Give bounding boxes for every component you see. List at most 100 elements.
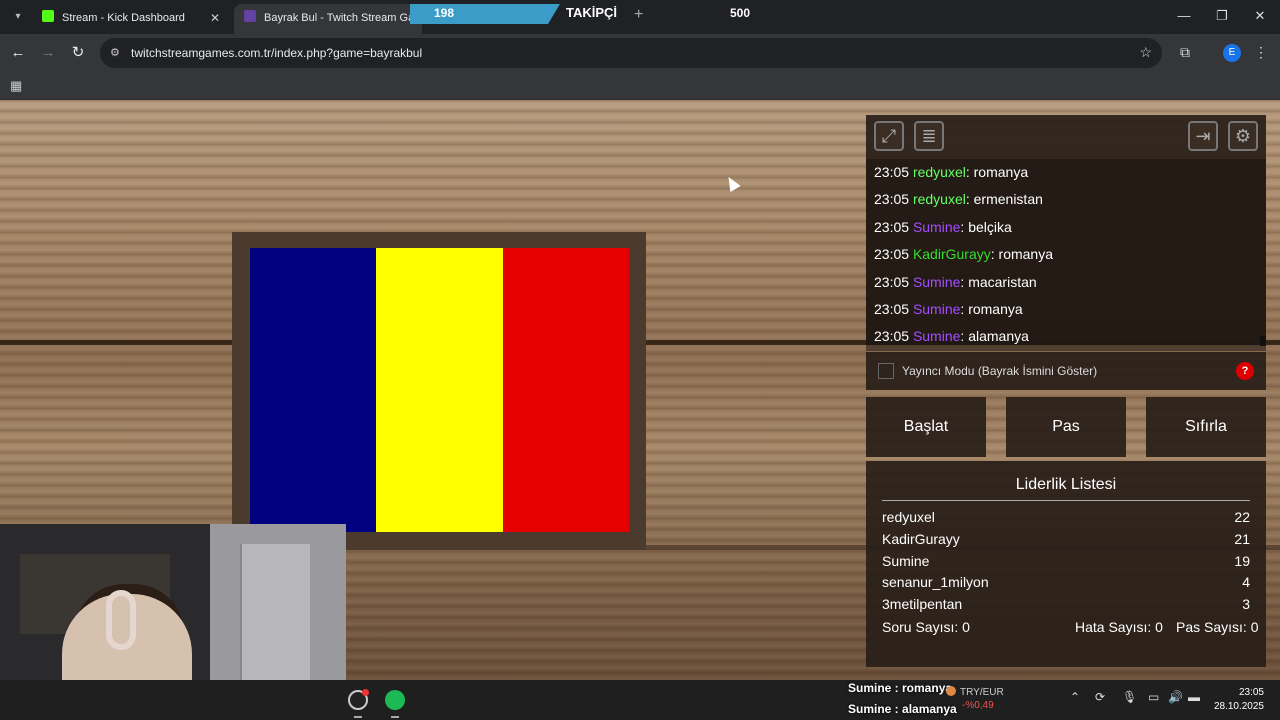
leaderboard-score: 4 — [1242, 574, 1250, 591]
chat-username[interactable]: Sumine — [913, 328, 960, 344]
leaderboard-row: KadirGurayy 21 — [882, 531, 1250, 547]
chat-message: 23:05 Sumine: romanya — [874, 300, 1023, 317]
chat-username[interactable]: Sumine — [913, 219, 960, 235]
flag-stripe — [376, 248, 503, 532]
chat-text: belçika — [968, 218, 1012, 235]
minimize-icon[interactable]: — — [1174, 8, 1194, 23]
question-count: Soru Sayısı: 0 — [882, 619, 970, 635]
chat-message: 23:05 Sumine: alamanya — [874, 328, 1029, 345]
bookmark-star-icon[interactable]: ☆ — [1139, 44, 1152, 61]
url-text[interactable]: twitchstreamgames.com.tr/index.php?game=… — [131, 38, 422, 68]
leaderboard-title: Liderlik Listesi — [882, 476, 1250, 501]
microphone-icon[interactable]: 🎙 — [1122, 690, 1137, 704]
flag-stripe — [502, 248, 629, 532]
reload-icon[interactable]: ↻ — [68, 43, 88, 63]
spotify-app-icon[interactable] — [385, 690, 405, 710]
close-window-icon[interactable]: ✕ — [1250, 8, 1270, 24]
sync-icon[interactable]: ⟳ — [1095, 690, 1105, 704]
tab-kick-dashboard[interactable]: Stream - Kick Dashboard ✕ — [32, 4, 228, 34]
chat-username[interactable]: redyuxel — [913, 191, 966, 207]
clock-time: 23:05 — [1238, 687, 1264, 698]
taskbar — [0, 680, 1280, 720]
log-icon[interactable]: ≣ — [914, 121, 944, 151]
chat-scrollbar[interactable] — [1260, 336, 1266, 346]
reset-button[interactable]: Sıfırla — [1146, 397, 1266, 457]
chat-username[interactable]: Sumine — [913, 274, 960, 290]
streamer-mode-row: Yayıncı Modu (Bayrak İsmini Göster) ? — [866, 352, 1266, 390]
currency-change: -%0,49 — [962, 700, 994, 711]
app-running-indicator — [391, 716, 399, 718]
tab-bayrak-bul[interactable]: Bayrak Bul - Twitch Stream Gam — [234, 4, 422, 34]
chat-username[interactable]: KadirGurayy — [913, 246, 991, 262]
help-icon[interactable]: ? — [1236, 362, 1254, 380]
tray-overflow-icon[interactable]: ⌃ — [1070, 690, 1080, 704]
chat-list: 23:05 redyuxel: romanya 23:05 redyuxel: e… — [866, 159, 1266, 351]
pass-button[interactable]: Pas — [1006, 397, 1126, 457]
mouse-cursor — [723, 173, 741, 193]
address-bar[interactable]: ⚙ twitchstreamgames.com.tr/index.php?gam… — [100, 38, 1162, 68]
close-tab-icon[interactable]: ✕ — [210, 4, 220, 32]
flag-stripe — [250, 248, 377, 532]
chat-time: 23:05 — [874, 300, 910, 317]
leaderboard-row: 3metilpentan 3 — [882, 596, 1250, 612]
new-tab-icon[interactable]: + — [634, 6, 643, 24]
follower-goal: 500 — [730, 6, 751, 20]
kick-favicon-icon — [42, 10, 54, 22]
extensions-icon[interactable]: ⧉ — [1180, 44, 1190, 61]
leaderboard-score: 19 — [1234, 552, 1250, 569]
chat-message: 23:05 redyuxel: ermenistan — [874, 191, 1043, 208]
twitch-favicon-icon — [244, 10, 256, 22]
chat-overlay-message: romanya — [902, 681, 953, 695]
menu-icon[interactable]: ⋮ — [1254, 44, 1268, 61]
obs-app-icon[interactable] — [348, 689, 369, 710]
recording-dot-icon — [362, 689, 369, 696]
chat-text: romanya — [998, 246, 1053, 263]
chat-text: romanya — [973, 164, 1029, 180]
chat-panel: ⤢ ≣ ⇥ ⚙ 23:05 redyuxel: romanya 23:05 red… — [866, 115, 1266, 351]
chat-message: 23:05 Sumine: macaristan — [874, 273, 1037, 290]
error-count: Hata Sayısı: 0 — [1075, 619, 1163, 635]
chat-username[interactable]: redyuxel — [913, 164, 966, 180]
leaderboard-name: Sumine — [882, 552, 930, 569]
forward-icon[interactable]: → — [38, 43, 58, 63]
chat-text: ermenistan — [973, 191, 1043, 208]
profile-avatar[interactable]: E — [1223, 44, 1241, 62]
streamer-mode-checkbox[interactable] — [878, 363, 894, 379]
system-clock[interactable]: 23:05 28.10.2025 — [1212, 686, 1264, 714]
leaderboard: Liderlik Listesi redyuxel 22 KadirGurayy 21… — [866, 461, 1266, 667]
fullscreen-icon[interactable]: ⤢ — [874, 121, 904, 151]
chat-message: 23:05 KadirGurayy: romanya — [874, 246, 1053, 263]
back-icon[interactable]: ← — [8, 43, 28, 63]
currency-widget[interactable]: TRY/EUR -%0,49 — [946, 686, 1004, 711]
leaderboard-row: senanur_1milyon 4 — [882, 574, 1250, 590]
chat-message: 23:05 redyuxel: romanya — [874, 164, 1029, 180]
start-button[interactable]: Başlat — [866, 397, 986, 457]
chat-username[interactable]: Sumine — [913, 301, 960, 317]
leaderboard-row: redyuxel 22 — [882, 509, 1250, 525]
volume-icon[interactable]: 🔊 — [1168, 690, 1183, 704]
maximize-icon[interactable]: ❐ — [1212, 8, 1232, 24]
apps-grid-icon[interactable]: ▦ — [10, 78, 22, 94]
bookmarks-bar: ▦ — [0, 72, 1280, 100]
flag-image — [250, 248, 629, 532]
leaderboard-score: 21 — [1234, 530, 1250, 547]
tab-title: Bayrak Bul - Twitch Stream Gam — [264, 12, 422, 24]
chat-message: 23:05 Sumine: belçika — [874, 218, 1012, 235]
battery-icon[interactable]: ▬ — [1188, 690, 1200, 704]
currency-icon — [946, 686, 956, 696]
chat-time: 23:05 — [874, 164, 910, 180]
logout-icon[interactable]: ⇥ — [1188, 121, 1218, 151]
site-info-icon[interactable]: ⚙ — [110, 46, 120, 59]
flag-frame — [232, 232, 646, 550]
settings-gear-icon[interactable]: ⚙ — [1228, 121, 1258, 151]
follower-count: 198 — [410, 4, 560, 24]
leaderboard-name: KadirGurayy — [882, 530, 960, 547]
chat-text: romanya — [968, 300, 1023, 317]
network-icon[interactable]: ▭ — [1148, 690, 1159, 704]
chat-time: 23:05 — [874, 218, 910, 235]
follower-label: TAKİPÇİ — [566, 5, 618, 20]
chat-time: 23:05 — [874, 273, 910, 290]
currency-pair: TRY/EUR — [960, 687, 1004, 698]
tab-search-icon[interactable]: ▾ — [8, 8, 28, 26]
follower-goal-overlay: 198 TAKİPÇİ 500 — [410, 4, 782, 24]
